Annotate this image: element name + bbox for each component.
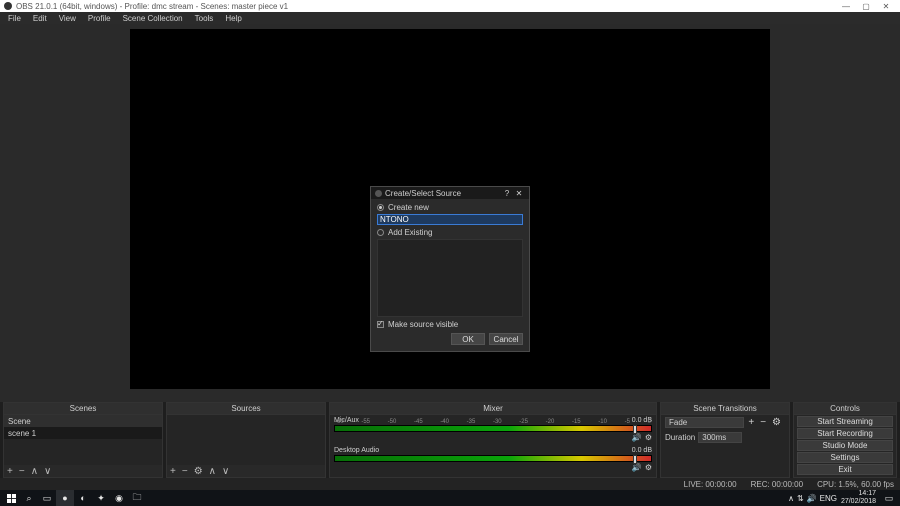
channel-settings-button[interactable]: ⚙ (645, 463, 652, 472)
duration-label: Duration (665, 433, 695, 442)
scenes-panel: Scenes Scene scene 1 + − (3, 402, 163, 478)
scene-item[interactable]: scene 1 (4, 427, 162, 439)
mixer-channel-desktop: Desktop Audio 0.0 dB 🔊 ⚙ (330, 445, 656, 475)
status-cpu: CPU: 1.5%, 60.00 fps (817, 480, 894, 489)
window-minimize-button[interactable]: — (836, 2, 856, 11)
transitions-header: Scene Transitions (661, 403, 789, 415)
scenes-label: Scene (4, 415, 162, 427)
menu-scene-collection[interactable]: Scene Collection (117, 14, 189, 23)
mixer-channel-db: 0.0 dB (632, 447, 652, 454)
controls-panel: Controls Start Streaming Start Recording… (793, 402, 897, 478)
sources-header: Sources (167, 403, 325, 415)
checkbox-icon (377, 321, 384, 328)
window-titlebar: OBS 21.0.1 (64bit, windows) - Profile: d… (0, 0, 900, 12)
audio-meter (334, 455, 652, 462)
window-maximize-button[interactable]: ▢ (856, 2, 876, 11)
mute-button[interactable]: 🔊 (632, 433, 642, 442)
dialog-close-button[interactable]: ✕ (513, 189, 525, 198)
taskbar-app-steam[interactable]: ◐ (74, 490, 92, 506)
taskbar-app-generic[interactable]: ◉ (110, 490, 128, 506)
sources-add-button[interactable]: + (170, 466, 176, 477)
settings-button[interactable]: Settings (797, 452, 893, 463)
status-bar: LIVE: 00:00:00 REC: 00:00:00 CPU: 1.5%, … (0, 478, 900, 490)
dialog-ok-button[interactable]: OK (451, 333, 485, 345)
taskbar-app-generic[interactable]: ✦ (92, 490, 110, 506)
tray-network-icon[interactable]: ⇅ (797, 494, 804, 503)
windows-taskbar: ⌕ ▭ ● ◐ ✦ ◉ 🗀 ∧ ⇅ 🔊 ENG 14:17 27/02/2018… (0, 490, 900, 506)
menu-tools[interactable]: Tools (189, 14, 220, 23)
transition-settings-button[interactable]: ⚙ (772, 417, 781, 428)
sources-remove-button[interactable]: − (182, 466, 188, 477)
source-name-input[interactable] (377, 214, 523, 225)
audio-meter: -60-55-50-45-40-35-30-25-20-15-10-50 (334, 425, 652, 432)
menu-edit[interactable]: Edit (27, 14, 53, 23)
make-visible-checkbox[interactable]: Make source visible (377, 320, 523, 329)
taskbar-clock[interactable]: 14:17 27/02/2018 (837, 490, 880, 506)
system-tray[interactable]: ∧ ⇅ 🔊 ENG (788, 494, 837, 503)
mute-button[interactable]: 🔊 (632, 463, 642, 472)
sources-move-down-button[interactable] (222, 466, 229, 477)
start-streaming-button[interactable]: Start Streaming (797, 416, 893, 427)
transitions-panel: Scene Transitions Fade + − ⚙ Duration 30… (660, 402, 790, 478)
taskbar-app-explorer[interactable]: 🗀 (128, 490, 146, 506)
status-rec: REC: 00:00:00 (751, 480, 803, 489)
obs-logo-icon (4, 2, 12, 10)
tray-chevron-icon[interactable]: ∧ (788, 494, 794, 503)
menu-help[interactable]: Help (219, 14, 247, 23)
tray-volume-icon[interactable]: 🔊 (807, 494, 817, 503)
volume-slider[interactable] (633, 455, 637, 464)
dialog-title-text: Create/Select Source (385, 189, 501, 198)
controls-header: Controls (794, 403, 896, 415)
taskbar-app-obs[interactable]: ● (56, 490, 74, 506)
dialog-obs-icon (375, 190, 382, 197)
mixer-header: Mixer (330, 403, 656, 415)
menu-profile[interactable]: Profile (82, 14, 117, 23)
start-recording-button[interactable]: Start Recording (797, 428, 893, 439)
sources-panel: Sources + − ⚙ (166, 402, 326, 478)
window-title: OBS 21.0.1 (64bit, windows) - Profile: d… (16, 2, 836, 11)
radio-bullet-icon (377, 229, 384, 236)
task-view-icon[interactable]: ▭ (38, 490, 56, 506)
scenes-move-up-button[interactable] (31, 466, 38, 477)
transition-remove-button[interactable]: − (760, 417, 766, 428)
window-close-button[interactable]: ✕ (876, 2, 896, 11)
dialog-cancel-button[interactable]: Cancel (489, 333, 523, 345)
sources-settings-button[interactable]: ⚙ (194, 466, 203, 477)
menu-file[interactable]: File (2, 14, 27, 23)
menu-bar: File Edit View Profile Scene Collection … (0, 12, 900, 24)
scenes-move-down-button[interactable] (44, 466, 51, 477)
mixer-panel: Mixer Mic/Aux 0.0 dB -60-55-50-45-40-35-… (329, 402, 657, 478)
radio-create-new-label: Create new (388, 203, 429, 212)
tray-language[interactable]: ENG (820, 494, 837, 503)
radio-create-new[interactable]: Create new (377, 203, 523, 212)
radio-add-existing-label: Add Existing (388, 228, 432, 237)
channel-settings-button[interactable]: ⚙ (645, 433, 652, 442)
exit-button[interactable]: Exit (797, 464, 893, 475)
mixer-channel-name: Desktop Audio (334, 447, 379, 454)
mixer-channel-mic: Mic/Aux 0.0 dB -60-55-50-45-40-35-30-25-… (330, 415, 656, 445)
dialog-help-button[interactable]: ? (501, 189, 513, 198)
volume-slider[interactable] (633, 425, 637, 434)
dialog-titlebar[interactable]: Create/Select Source ? ✕ (371, 187, 529, 199)
search-icon[interactable]: ⌕ (20, 490, 38, 506)
duration-spinner[interactable]: 300ms (698, 432, 742, 443)
existing-sources-list[interactable] (377, 239, 523, 317)
radio-bullet-icon (377, 204, 384, 211)
radio-add-existing[interactable]: Add Existing (377, 228, 523, 237)
studio-mode-button[interactable]: Studio Mode (797, 440, 893, 451)
make-visible-label: Make source visible (388, 320, 458, 329)
bottom-panels: Scenes Scene scene 1 + − Sources + − ⚙ M… (0, 402, 900, 478)
status-live: LIVE: 00:00:00 (684, 480, 737, 489)
transition-select[interactable]: Fade (665, 417, 744, 428)
main-area: Create/Select Source ? ✕ Create new Add … (0, 24, 900, 402)
scenes-add-button[interactable]: + (7, 466, 13, 477)
scenes-remove-button[interactable]: − (19, 466, 25, 477)
transition-add-button[interactable]: + (748, 417, 754, 428)
scenes-header: Scenes (4, 403, 162, 415)
sources-move-up-button[interactable] (209, 466, 216, 477)
start-button[interactable] (2, 490, 20, 506)
notifications-icon[interactable]: ▭ (880, 490, 898, 506)
menu-view[interactable]: View (53, 14, 82, 23)
create-source-dialog: Create/Select Source ? ✕ Create new Add … (370, 186, 530, 352)
